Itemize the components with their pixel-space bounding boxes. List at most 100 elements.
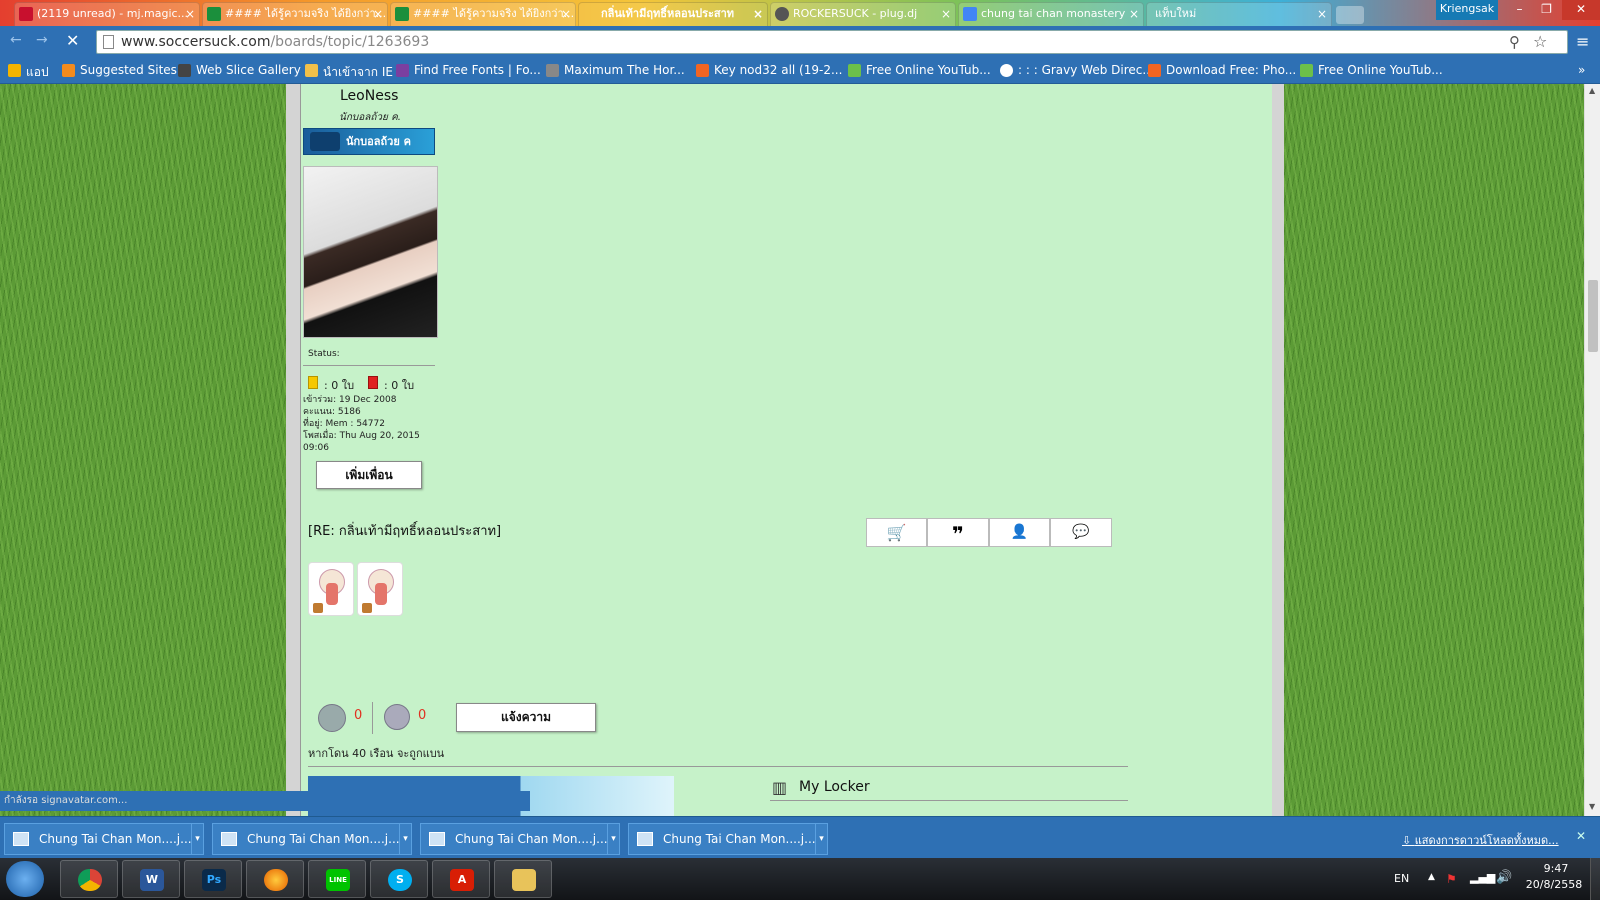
close-downloads-icon[interactable]: ✕ bbox=[1576, 829, 1586, 843]
site-icon bbox=[546, 64, 559, 77]
new-tab-button[interactable] bbox=[1336, 6, 1364, 24]
taskbar-explorer[interactable] bbox=[494, 860, 552, 898]
close-icon[interactable]: × bbox=[1129, 3, 1139, 25]
quote-icon[interactable]: ❞ bbox=[927, 518, 989, 547]
download-arrow-icon: ⇩ bbox=[1402, 834, 1415, 847]
close-icon[interactable]: × bbox=[1317, 3, 1327, 25]
taskbar-chrome[interactable] bbox=[60, 860, 118, 898]
cart-icon[interactable]: 🛒 bbox=[866, 518, 927, 547]
user-avatar[interactable] bbox=[303, 166, 438, 338]
rank-badge-label: นักบอลถ้วย ค bbox=[346, 135, 411, 148]
tab-soccersuck-2[interactable]: #### ได้รู้ความจริง ได้ยิงกว่า... × bbox=[390, 2, 576, 26]
bookmark-free-fonts[interactable]: Find Free Fonts | Fo... bbox=[396, 63, 541, 77]
chevron-down-icon[interactable]: ▾ bbox=[815, 824, 827, 854]
chevron-down-icon[interactable]: ▾ bbox=[399, 824, 411, 854]
fonts-icon bbox=[396, 64, 409, 77]
message-icon[interactable]: 💬 bbox=[1050, 518, 1112, 547]
taskbar-word[interactable]: W bbox=[122, 860, 180, 898]
taskbar-line[interactable]: LINE bbox=[308, 860, 366, 898]
tab-label: (2119 unread) - mj.magic... bbox=[37, 7, 189, 20]
minimize-button[interactable]: – bbox=[1506, 0, 1533, 20]
search-icon[interactable]: ⚲ bbox=[1509, 33, 1520, 51]
action-center-flag-icon[interactable]: ⚑ bbox=[1446, 872, 1457, 886]
tab-plugdj[interactable]: ROCKERSUCK - plug.dj × bbox=[770, 2, 956, 26]
bookmark-gravy-web[interactable]: : : : Gravy Web Direc... bbox=[1000, 63, 1154, 77]
bookmark-key-nod32[interactable]: Key nod32 all (19-2... bbox=[696, 63, 842, 77]
bookmark-suggested-sites[interactable]: Suggested Sites bbox=[62, 63, 177, 77]
bookmark-web-slice-gallery[interactable]: Web Slice Gallery bbox=[178, 63, 301, 77]
bookmark-star-icon[interactable]: ☆ bbox=[1533, 32, 1547, 51]
address-bar[interactable]: www.soccersuck.com/boards/topic/1263693 … bbox=[96, 30, 1568, 54]
clock-time[interactable]: 9:47 bbox=[1526, 862, 1586, 875]
download-item[interactable]: Chung Tai Chan Mon....j... ▾ bbox=[628, 823, 828, 855]
show-desktop-button[interactable] bbox=[1590, 858, 1600, 900]
report-button[interactable]: แจ้งความ bbox=[456, 703, 596, 732]
bookmark-youtube-2[interactable]: Free Online YouTub... bbox=[1300, 63, 1443, 77]
close-icon[interactable]: × bbox=[941, 3, 951, 25]
user-score: คะแนน: 5186 bbox=[303, 407, 361, 417]
volume-icon[interactable]: 🔊 bbox=[1496, 870, 1512, 885]
download-item[interactable]: Chung Tai Chan Mon....j... ▾ bbox=[212, 823, 412, 855]
tab-google-search[interactable]: chung tai chan monastery × bbox=[958, 2, 1144, 26]
bookmarks-overflow-icon[interactable]: » bbox=[1578, 63, 1585, 77]
taskbar-skype[interactable]: S bbox=[370, 860, 428, 898]
show-all-label: แสดงการดาวน์โหลดทั้งหมด... bbox=[1414, 834, 1559, 847]
stop-loading-icon[interactable]: ✕ bbox=[66, 31, 79, 50]
restore-button[interactable]: ❐ bbox=[1533, 0, 1560, 20]
window-close-button[interactable]: ✕ bbox=[1562, 0, 1600, 20]
locker-divider bbox=[770, 800, 1128, 801]
tab-gmail[interactable]: (2119 unread) - mj.magic... × bbox=[14, 2, 200, 26]
bookmark-label: Find Free Fonts | Fo... bbox=[414, 63, 541, 77]
start-button[interactable] bbox=[6, 861, 44, 897]
tray-expand-icon[interactable]: ▲ bbox=[1428, 872, 1435, 882]
close-icon[interactable]: × bbox=[373, 3, 383, 25]
show-all-downloads-link[interactable]: ⇩ แสดงการดาวน์โหลดทั้งหมด... bbox=[1402, 831, 1559, 849]
bookmark-apps[interactable]: แอป bbox=[8, 63, 49, 82]
bookmark-label: Maximum The Hor... bbox=[564, 63, 685, 77]
joined-date: เข้าร่วม: 19 Dec 2008 bbox=[303, 395, 397, 405]
profile-user-badge[interactable]: Kriengsak bbox=[1436, 0, 1498, 20]
clock-date[interactable]: 20/8/2558 bbox=[1522, 878, 1586, 891]
language-indicator[interactable]: EN bbox=[1394, 872, 1409, 885]
add-friend-button[interactable]: เพิ่มเพื่อน bbox=[316, 461, 422, 489]
back-icon[interactable]: ← bbox=[10, 32, 22, 48]
bookmark-download-free[interactable]: Download Free: Pho... bbox=[1148, 63, 1296, 77]
menu-icon[interactable]: ≡ bbox=[1576, 32, 1589, 51]
download-item[interactable]: Chung Tai Chan Mon....j... ▾ bbox=[420, 823, 620, 855]
bookmark-maximum-the-hor[interactable]: Maximum The Hor... bbox=[546, 63, 685, 77]
scroll-down-icon[interactable]: ▼ bbox=[1589, 802, 1595, 811]
bookmark-label: : : : Gravy Web Direc... bbox=[1018, 63, 1154, 77]
close-icon[interactable]: × bbox=[185, 3, 195, 25]
bookmark-youtube-1[interactable]: Free Online YouTub... bbox=[848, 63, 991, 77]
download-item[interactable]: Chung Tai Chan Mon....j... ▾ bbox=[4, 823, 204, 855]
close-icon[interactable]: × bbox=[753, 3, 763, 25]
yellow-card-count: : 0 ใบ bbox=[324, 379, 355, 392]
gmail-icon bbox=[19, 7, 33, 21]
scrollbar-thumb[interactable] bbox=[1588, 280, 1598, 352]
chevron-down-icon[interactable]: ▾ bbox=[607, 824, 619, 854]
download-filename: Chung Tai Chan Mon....j... bbox=[663, 832, 816, 846]
taskbar-photoshop[interactable]: Ps bbox=[184, 860, 242, 898]
bookmark-folder-ie[interactable]: นำเข้าจาก IE bbox=[305, 63, 393, 82]
locker-icon: ▥ bbox=[772, 778, 788, 797]
tab-new[interactable]: แท็บใหม่ × bbox=[1146, 2, 1332, 26]
download-filename: Chung Tai Chan Mon....j... bbox=[247, 832, 400, 846]
tab-active-topic[interactable]: กลิ่นเท้ามีฤทธิ์หลอนประสาท × bbox=[578, 2, 768, 26]
username[interactable]: LeoNess bbox=[340, 88, 398, 104]
page-scrollbar[interactable]: ▲ ▼ bbox=[1584, 84, 1600, 816]
image-file-icon bbox=[13, 832, 29, 846]
forward-icon[interactable]: → bbox=[36, 32, 48, 48]
taskbar-firefox[interactable] bbox=[246, 860, 304, 898]
dislike-count: 0 bbox=[418, 708, 427, 723]
dislike-icon[interactable] bbox=[384, 704, 410, 730]
my-locker-title[interactable]: My Locker bbox=[799, 779, 870, 795]
tab-soccersuck-1[interactable]: #### ได้รู้ความจริง ได้ยิงกว่า... × bbox=[202, 2, 388, 26]
scroll-up-icon[interactable]: ▲ bbox=[1589, 86, 1595, 95]
network-icon[interactable]: ▂▄▆ bbox=[1470, 871, 1495, 884]
taskbar-acrobat[interactable]: A bbox=[432, 860, 490, 898]
close-icon[interactable]: × bbox=[561, 3, 571, 25]
like-icon[interactable] bbox=[318, 704, 346, 732]
chevron-down-icon[interactable]: ▾ bbox=[191, 824, 203, 854]
profile-icon[interactable]: 👤 bbox=[989, 518, 1050, 547]
image-file-icon bbox=[221, 832, 237, 846]
